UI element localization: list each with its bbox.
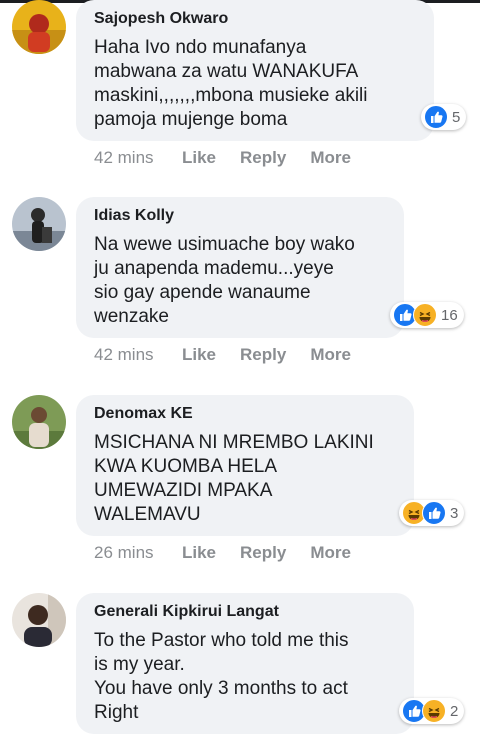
more-button[interactable]: More bbox=[310, 543, 351, 563]
avatar[interactable] bbox=[12, 395, 66, 449]
haha-reaction-icon bbox=[422, 699, 446, 723]
reaction-count: 16 bbox=[441, 306, 458, 324]
comment-text: MSICHANA NI MREMBO LAKINI KWA KUOMBA HEL… bbox=[94, 432, 374, 525]
avatar[interactable] bbox=[12, 197, 66, 251]
reply-button[interactable]: Reply bbox=[240, 543, 286, 563]
reaction-summary[interactable]: 3 bbox=[399, 500, 465, 526]
reply-button[interactable]: Reply bbox=[240, 345, 286, 365]
haha-reaction-icon bbox=[413, 303, 437, 327]
reply-button[interactable]: Reply bbox=[240, 148, 286, 168]
comment-timestamp[interactable]: 26 mins bbox=[94, 543, 182, 563]
comment-actions: 26 mins Like Reply More bbox=[94, 543, 375, 563]
reaction-summary[interactable]: 5 bbox=[421, 104, 467, 130]
like-button[interactable]: Like bbox=[182, 543, 216, 563]
comment-author[interactable]: Denomax KE bbox=[94, 405, 193, 423]
comment-bubble: Denomax KE MSICHANA NI MREMBO LAKINI KWA… bbox=[76, 395, 414, 536]
like-reaction-icon bbox=[422, 501, 446, 525]
comment-actions: 42 mins Like Reply More bbox=[94, 148, 375, 168]
reaction-summary[interactable]: 2 bbox=[399, 698, 465, 724]
comment-author[interactable]: Generali Kipkirui Langat bbox=[94, 603, 279, 621]
like-button[interactable]: Like bbox=[182, 345, 216, 365]
reaction-count: 2 bbox=[450, 702, 459, 720]
avatar[interactable] bbox=[12, 0, 66, 54]
comment-timestamp[interactable]: 42 mins bbox=[94, 345, 182, 365]
comment-bubble: Generali Kipkirui Langat To the Pastor w… bbox=[76, 593, 414, 734]
comment-text: To the Pastor who told me this is my yea… bbox=[94, 630, 349, 723]
more-button[interactable]: More bbox=[310, 345, 351, 365]
comment-author[interactable]: Idias Kolly bbox=[94, 207, 174, 225]
reaction-summary[interactable]: 16 bbox=[390, 302, 464, 328]
reaction-count: 3 bbox=[450, 504, 459, 522]
comment-text: Haha Ivo ndo munafanya mabwana za watu W… bbox=[94, 37, 368, 130]
like-reaction-icon bbox=[424, 105, 448, 129]
comment-text: Na wewe usimuache boy wako ju anapenda m… bbox=[94, 234, 355, 327]
comment-actions: 42 mins Like Reply More bbox=[94, 345, 375, 365]
avatar[interactable] bbox=[12, 593, 66, 647]
reaction-count: 5 bbox=[452, 108, 461, 126]
comment-author[interactable]: Sajopesh Okwaro bbox=[94, 10, 228, 28]
like-button[interactable]: Like bbox=[182, 148, 216, 168]
comment-timestamp[interactable]: 42 mins bbox=[94, 148, 182, 168]
comment-bubble: Idias Kolly Na wewe usimuache boy wako j… bbox=[76, 197, 404, 338]
more-button[interactable]: More bbox=[310, 148, 351, 168]
comment-bubble: Sajopesh Okwaro Haha Ivo ndo munafanya m… bbox=[76, 0, 434, 141]
